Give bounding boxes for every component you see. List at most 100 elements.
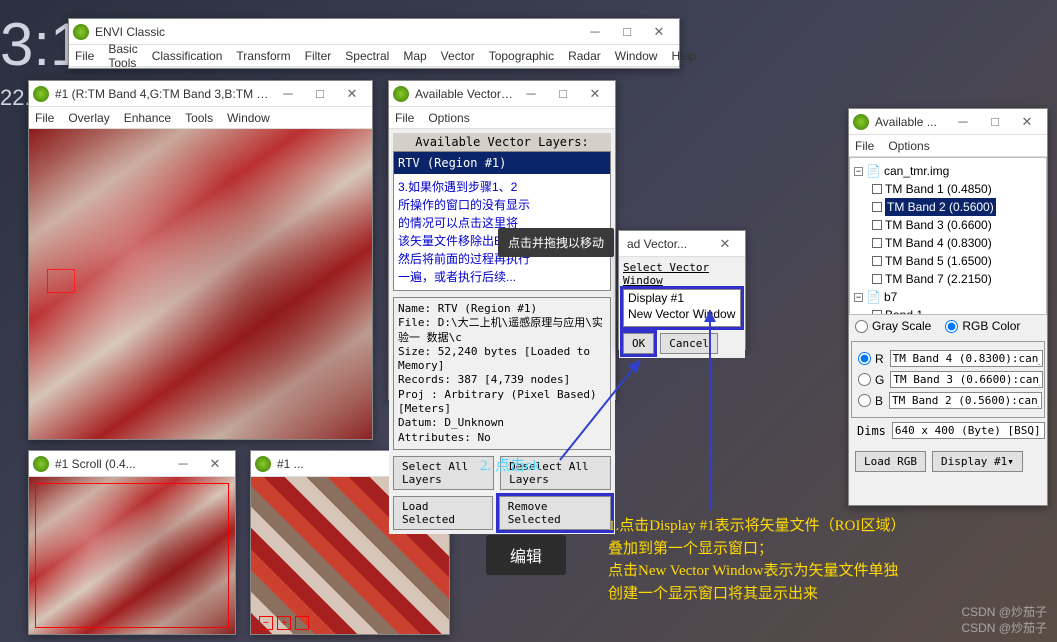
b-radio[interactable]: B <box>858 394 883 408</box>
band-item[interactable]: Band 1 <box>885 306 923 315</box>
cancel-button[interactable]: Cancel <box>660 333 718 354</box>
menu-window[interactable]: Window <box>227 111 270 125</box>
close-button[interactable]: ✕ <box>1011 110 1043 134</box>
option-display1[interactable]: Display #1 <box>624 290 740 306</box>
window-title: Available Vectors List <box>415 87 515 101</box>
g-field[interactable] <box>890 371 1043 388</box>
window-title: ad Vector... <box>627 237 709 251</box>
menu-file[interactable]: File <box>395 111 414 125</box>
vectors-menubar: File Options <box>389 107 615 129</box>
edit-button[interactable]: 编辑 <box>486 535 566 575</box>
titlebar[interactable]: Available Vectors List ─ □ ✕ <box>389 81 615 107</box>
close-button[interactable]: ✕ <box>709 232 741 256</box>
menu-filter[interactable]: Filter <box>305 49 332 63</box>
minimize-button[interactable]: ─ <box>579 20 611 44</box>
titlebar[interactable]: #1 (R:TM Band 4,G:TM Band 3,B:TM B... ─ … <box>29 81 372 107</box>
collapse-icon[interactable]: − <box>854 293 863 302</box>
band-item[interactable]: TM Band 3 (0.6600) <box>885 216 992 234</box>
menu-basictools[interactable]: Basic Tools <box>108 42 137 70</box>
display-window: #1 (R:TM Band 4,G:TM Band 3,B:TM B... ─ … <box>28 80 373 440</box>
minimize-button[interactable]: ─ <box>272 82 304 106</box>
zoom-cross-button[interactable] <box>295 616 309 630</box>
titlebar[interactable]: #1 Scroll (0.4... ─ ✕ <box>29 451 235 477</box>
band-item[interactable]: TM Band 4 (0.8300) <box>885 234 992 252</box>
menu-window[interactable]: Window <box>615 49 658 63</box>
desktop-date: 22. <box>0 85 31 111</box>
vector-window-list[interactable]: Display #1 New Vector Window <box>623 289 741 327</box>
menu-tools[interactable]: Tools <box>185 111 213 125</box>
image-canvas[interactable] <box>29 129 372 439</box>
watermark: CSDN @炒茄子 <box>961 619 1047 636</box>
minimize-button[interactable]: ─ <box>167 452 199 476</box>
tree-root[interactable]: can_tmr.img <box>884 162 949 180</box>
scroll-window: #1 Scroll (0.4... ─ ✕ <box>28 450 236 635</box>
r-radio[interactable]: R <box>858 352 884 366</box>
menu-file[interactable]: File <box>75 49 94 63</box>
titlebar[interactable]: Available ... ─ □ ✕ <box>849 109 1047 135</box>
menu-spectral[interactable]: Spectral <box>345 49 389 63</box>
rgb-color-radio[interactable]: RGB Color <box>945 319 1020 333</box>
select-all-button[interactable]: Select All Layers <box>393 456 494 490</box>
dims-field[interactable] <box>892 422 1045 439</box>
menu-vector[interactable]: Vector <box>441 49 475 63</box>
menu-overlay[interactable]: Overlay <box>68 111 109 125</box>
b-field[interactable] <box>889 392 1042 409</box>
close-button[interactable]: ✕ <box>579 82 611 106</box>
maximize-button[interactable]: □ <box>547 82 579 106</box>
maximize-button[interactable]: □ <box>304 82 336 106</box>
band-item[interactable]: TM Band 7 (2.2150) <box>885 270 992 288</box>
menu-classification[interactable]: Classification <box>152 49 223 63</box>
maximize-button[interactable]: □ <box>611 20 643 44</box>
titlebar[interactable]: ad Vector... ✕ <box>619 231 745 257</box>
close-button[interactable]: ✕ <box>199 452 231 476</box>
menu-radar[interactable]: Radar <box>568 49 601 63</box>
collapse-icon[interactable]: − <box>854 167 863 176</box>
menu-file[interactable]: File <box>855 139 874 153</box>
menu-options[interactable]: Options <box>888 139 929 153</box>
load-rgb-button[interactable]: Load RGB <box>855 451 926 472</box>
menu-options[interactable]: Options <box>428 111 469 125</box>
zoom-out-button[interactable]: − <box>259 616 273 630</box>
close-button[interactable]: ✕ <box>643 20 675 44</box>
gray-scale-radio[interactable]: Gray Scale <box>855 319 931 333</box>
zoom-controls: − + <box>259 616 309 630</box>
viewport-box[interactable] <box>35 483 229 628</box>
menu-topographic[interactable]: Topographic <box>489 49 554 63</box>
display-select-button[interactable]: Display #1▾ <box>932 451 1023 472</box>
minimize-button[interactable]: ─ <box>515 82 547 106</box>
display-menubar: File Overlay Enhance Tools Window <box>29 107 372 129</box>
window-title: #1 ... <box>277 457 381 471</box>
watermark: CSDN @炒茄子 <box>961 603 1047 620</box>
layer-info: Name: RTV (Region #1) File: D:\大二上机\遥感原理… <box>393 297 611 450</box>
window-title: #1 (R:TM Band 4,G:TM Band 3,B:TM B... <box>55 87 272 101</box>
option-new-window[interactable]: New Vector Window <box>624 306 740 322</box>
ok-button[interactable]: OK <box>623 333 654 354</box>
menu-file[interactable]: File <box>35 111 54 125</box>
menu-map[interactable]: Map <box>403 49 426 63</box>
tree-b7[interactable]: b7 <box>884 288 897 306</box>
remove-selected-button[interactable]: Remove Selected <box>499 496 611 530</box>
band-item[interactable]: TM Band 1 (0.4850) <box>885 180 992 198</box>
envi-icon <box>255 456 271 472</box>
layer-item[interactable]: RTV (Region #1) <box>394 152 610 174</box>
window-title: ENVI Classic <box>95 25 579 39</box>
envi-icon <box>853 114 869 130</box>
load-selected-button[interactable]: Load Selected <box>393 496 493 530</box>
close-button[interactable]: ✕ <box>336 82 368 106</box>
scroll-canvas[interactable] <box>29 477 235 634</box>
window-title: #1 Scroll (0.4... <box>55 457 167 471</box>
g-radio[interactable]: G <box>858 373 884 387</box>
zoom-in-button[interactable]: + <box>277 616 291 630</box>
maximize-button[interactable]: □ <box>979 110 1011 134</box>
menu-transform[interactable]: Transform <box>236 49 290 63</box>
window-title: Available ... <box>875 115 947 129</box>
menu-enhance[interactable]: Enhance <box>124 111 171 125</box>
band-item-selected[interactable]: TM Band 2 (0.5600) <box>885 198 996 216</box>
roi-box[interactable] <box>47 269 75 293</box>
bands-tree[interactable]: − 📄 can_tmr.img TM Band 1 (0.4850) TM Ba… <box>849 157 1047 315</box>
minimize-button[interactable]: ─ <box>947 110 979 134</box>
menu-help[interactable]: Help <box>671 49 696 63</box>
titlebar[interactable]: ENVI Classic ─ □ ✕ <box>69 19 679 45</box>
r-field[interactable] <box>890 350 1043 367</box>
band-item[interactable]: TM Band 5 (1.6500) <box>885 252 992 270</box>
